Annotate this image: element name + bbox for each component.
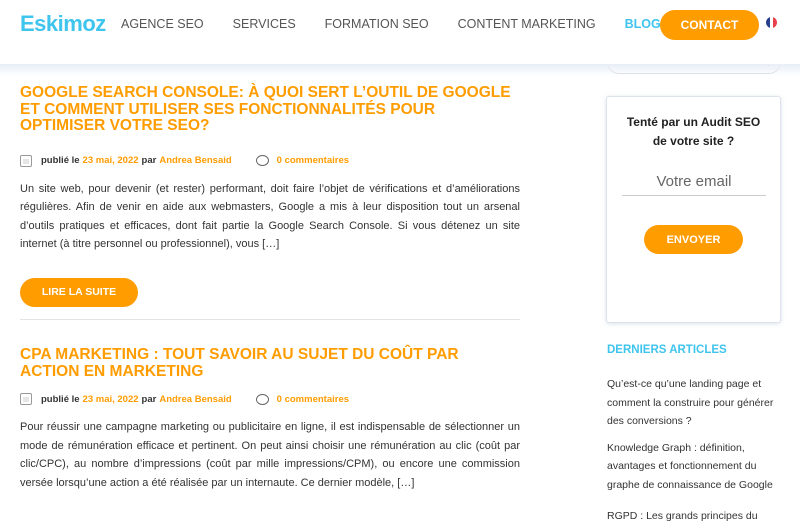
post-divider <box>20 319 520 320</box>
nav-content-marketing[interactable]: CONTENT MARKETING <box>458 17 596 31</box>
recent-article-link[interactable]: Knowledge Graph : définition, avantages … <box>607 439 782 495</box>
audit-title: Tenté par un Audit SEO de votre site ? <box>626 115 761 148</box>
post-excerpt: Un site web, pour devenir (et rester) pe… <box>20 182 520 251</box>
flag-fr-icon[interactable] <box>766 17 777 28</box>
post-comments[interactable]: 0 commentaires <box>277 394 349 405</box>
nav-agence-seo[interactable]: AGENCE SEO <box>121 17 204 31</box>
site-header: Eskimoz AGENCE SEO SERVICES FORMATION SE… <box>0 0 800 64</box>
comment-icon <box>255 155 269 166</box>
nav-services[interactable]: SERVICES <box>233 17 296 31</box>
post-meta: publié le 23 mai, 2022 par Andrea Bensai… <box>20 154 520 167</box>
calendar-icon <box>20 393 32 405</box>
post-meta: publié le 23 mai, 2022 par Andrea Bensai… <box>20 393 520 405</box>
published-label: publié le <box>41 393 80 405</box>
post-date[interactable]: 23 mai, 2022 <box>83 155 139 166</box>
post-comments[interactable]: 0 commentaires <box>277 155 349 166</box>
recent-article-link[interactable]: RGPD : Les grands principes du <box>607 507 782 526</box>
post-excerpt: Pour réussir une campagne marketing ou p… <box>20 421 520 489</box>
send-button[interactable]: ENVOYER <box>644 225 743 254</box>
post-date[interactable]: 23 mai, 2022 <box>83 394 139 405</box>
email-field[interactable] <box>622 168 766 196</box>
published-label: publié le <box>41 155 80 166</box>
recent-articles-title: DERNIERS ARTICLES <box>607 344 727 356</box>
logo[interactable]: Eskimoz <box>20 11 106 37</box>
audit-seo-widget: Tenté par un Audit SEO de votre site ? E… <box>606 96 781 323</box>
post-author[interactable]: Andrea Bensaid <box>159 394 231 405</box>
by-label: par <box>141 155 157 166</box>
post-item: CPA MARKETING : TOUT SAVOIR AU SUJET DU … <box>20 346 520 492</box>
recent-articles-list: Qu’est-ce qu’une landing page et comment… <box>607 375 782 530</box>
post-title[interactable]: CPA MARKETING : TOUT SAVOIR AU SUJET DU … <box>20 346 520 380</box>
post-title[interactable]: GOOGLE SEARCH CONSOLE: À QUOI SERT L’OUT… <box>20 84 520 135</box>
comment-icon <box>255 393 269 405</box>
post-author[interactable]: Andrea Bensaid <box>159 155 231 166</box>
contact-button[interactable]: CONTACT <box>660 10 759 40</box>
calendar-icon <box>20 154 32 167</box>
post-item: GOOGLE SEARCH CONSOLE: À QUOI SERT L’OUT… <box>20 84 520 307</box>
nav-formation-seo[interactable]: FORMATION SEO <box>325 17 429 31</box>
nav-blog[interactable]: BLOG <box>625 17 661 31</box>
recent-article-link[interactable]: Qu’est-ce qu’une landing page et comment… <box>607 375 782 431</box>
read-more-button[interactable]: LIRE LA SUITE <box>20 277 138 307</box>
by-label: par <box>141 393 157 405</box>
header-shadow <box>0 64 800 76</box>
